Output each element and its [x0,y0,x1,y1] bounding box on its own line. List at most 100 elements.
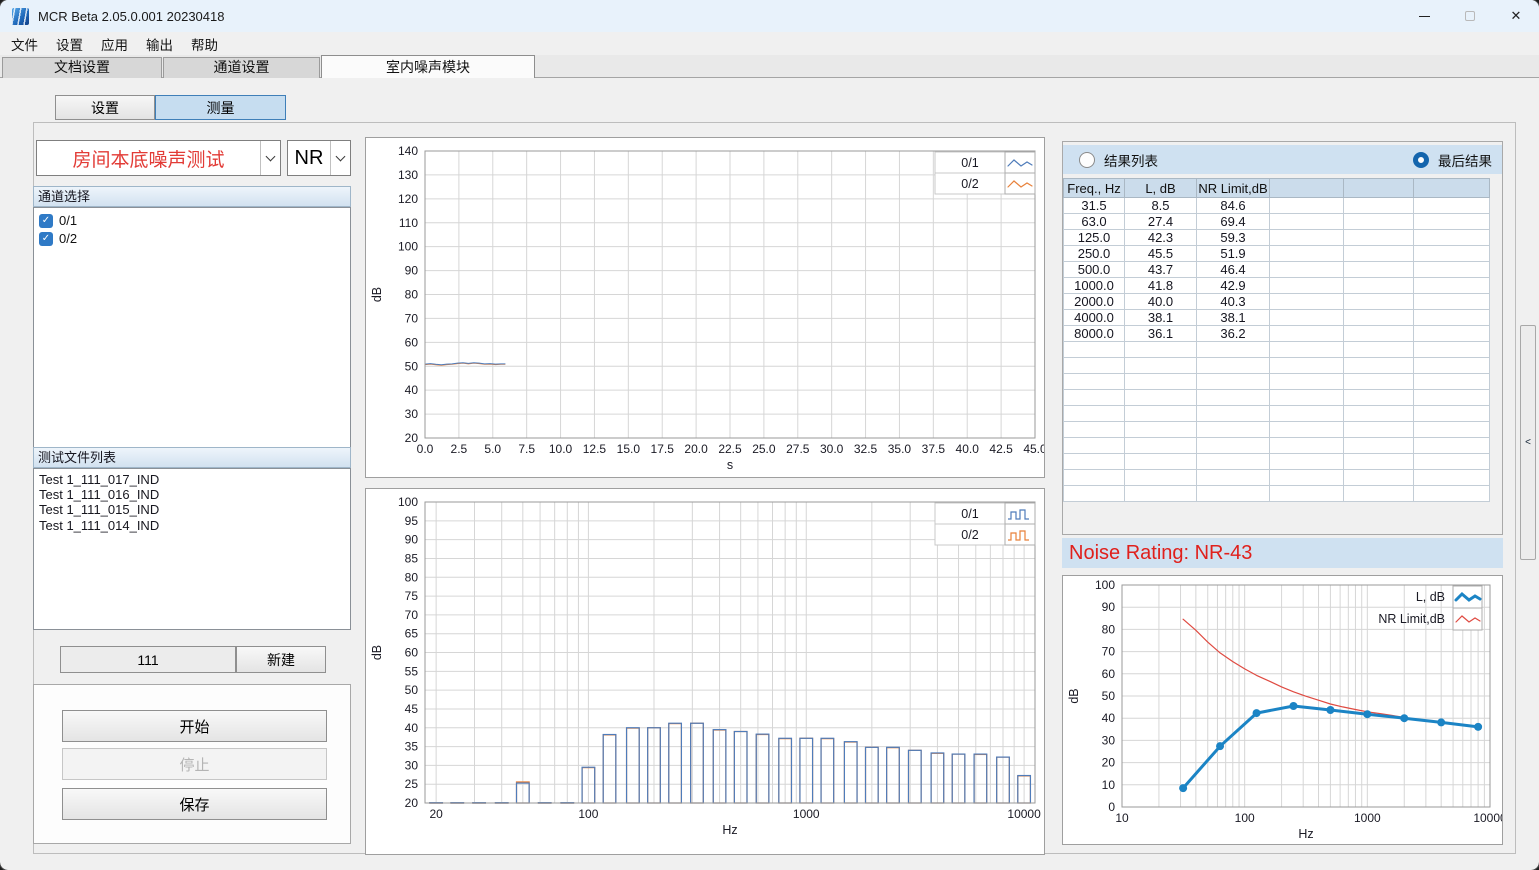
result-list-radio[interactable]: 结果列表 [1079,150,1158,170]
last-result-radio-label: 最后结果 [1438,150,1492,170]
table-cell: 51.9 [1197,246,1270,262]
table-cell: 2000.0 [1064,294,1125,310]
table-cell: 42.9 [1197,278,1270,294]
table-cell: 42.3 [1125,230,1197,246]
svg-text:s: s [727,458,733,472]
svg-text:20: 20 [429,807,443,821]
results-table-header: Freq., HzL, dBNR Limit,dB [1064,179,1490,198]
table-cell [1197,438,1270,454]
table-cell [1125,358,1197,374]
menu-item-0[interactable]: 文件 [2,32,47,56]
table-cell [1344,310,1414,326]
results-panel: 结果列表 最后结果 Freq., HzL, dBNR Limit,dB 31.5… [1062,141,1503,535]
table-cell [1197,470,1270,486]
svg-text:0/1: 0/1 [961,156,978,170]
menu-item-2[interactable]: 应用 [92,32,137,56]
collapse-panel-button[interactable]: < [1520,325,1536,560]
nr-curve-chart-panel: 010203040506070809010010100100010000HzdB… [1062,575,1503,845]
save-button[interactable]: 保存 [62,788,327,820]
close-button[interactable]: ✕ [1493,0,1539,32]
tab-settings[interactable]: 设置 [55,95,155,120]
collapse-arrow-icon: < [1525,437,1531,448]
svg-text:35.0: 35.0 [888,442,912,456]
table-cell [1344,246,1414,262]
rating-select[interactable]: NR [287,140,351,176]
table-cell [1270,454,1344,470]
radio-icon[interactable] [1413,152,1429,168]
table-cell [1344,278,1414,294]
svg-text:40: 40 [405,721,419,735]
table-cell [1125,390,1197,406]
table-row [1064,454,1490,470]
test-type-dropdown-button[interactable] [260,141,280,175]
table-row: 63.027.469.4 [1064,214,1490,230]
table-row: 8000.036.136.2 [1064,326,1490,342]
svg-text:dB: dB [370,645,384,660]
file-list-item[interactable]: Test 1_111_015_IND [39,502,350,517]
tab-measurement[interactable]: 测量 [155,95,286,120]
rating-dropdown-button[interactable] [330,141,350,175]
svg-text:25.0: 25.0 [752,442,776,456]
svg-text:NR Limit,dB: NR Limit,dB [1378,612,1445,626]
table-row: 125.042.359.3 [1064,230,1490,246]
table-cell: 63.0 [1064,214,1125,230]
main-tab-1[interactable]: 通道设置 [163,57,320,78]
file-list-item[interactable]: Test 1_111_017_IND [39,472,350,487]
table-cell [1125,342,1197,358]
maximize-button[interactable] [1447,0,1493,32]
svg-text:30: 30 [1102,733,1116,747]
svg-text:0.0: 0.0 [417,442,434,456]
svg-text:80: 80 [1102,622,1116,636]
table-cell: 8.5 [1125,198,1197,214]
table-cell [1270,294,1344,310]
main-tab-2[interactable]: 室内噪声模块 [321,55,535,78]
svg-text:75: 75 [405,589,419,603]
table-cell [1270,214,1344,230]
file-name-input[interactable] [60,646,236,673]
svg-text:42.5: 42.5 [989,442,1013,456]
table-cell: 38.1 [1197,310,1270,326]
test-type-select[interactable]: 房间本底噪声测试 [36,140,281,176]
table-cell [1064,358,1125,374]
new-file-button[interactable]: 新建 [236,646,326,673]
svg-text:10: 10 [1102,778,1116,792]
table-row [1064,470,1490,486]
svg-text:1000: 1000 [793,807,820,821]
menu-item-3[interactable]: 输出 [137,32,182,56]
file-list-item[interactable]: Test 1_111_014_IND [39,518,350,533]
table-cell: 27.4 [1125,214,1197,230]
radio-icon[interactable] [1079,152,1095,168]
table-cell [1414,358,1490,374]
table-cell: 84.6 [1197,198,1270,214]
nr-curve-chart: 010203040506070809010010100100010000HzdB… [1063,576,1502,847]
channel-section-header: 通道选择 [33,186,351,207]
stop-button[interactable]: 停止 [62,748,327,780]
channel-list: ✓ 0/1 ✓0/2 [33,207,351,448]
menu-item-4[interactable]: 帮助 [182,32,227,56]
table-cell [1414,422,1490,438]
table-cell: 45.5 [1125,246,1197,262]
table-cell [1414,390,1490,406]
table-cell [1064,486,1125,502]
start-button[interactable]: 开始 [62,710,327,742]
svg-text:22.5: 22.5 [718,442,742,456]
table-cell: 500.0 [1064,262,1125,278]
table-cell [1125,422,1197,438]
table-cell [1344,438,1414,454]
main-tab-0[interactable]: 文档设置 [2,57,162,78]
channel-row-1[interactable]: ✓0/2 [39,230,350,247]
channel-row-0[interactable]: ✓ 0/1 [39,212,350,229]
table-cell [1414,326,1490,342]
table-cell [1064,406,1125,422]
table-cell: 40.0 [1125,294,1197,310]
table-row [1064,406,1490,422]
channel-checkbox[interactable]: ✓ [39,232,53,246]
table-row: 500.043.746.4 [1064,262,1490,278]
file-list-item[interactable]: Test 1_111_016_IND [39,487,350,502]
channel-label: 0/1 [59,213,77,228]
last-result-radio[interactable]: 最后结果 [1413,150,1492,170]
minimize-button[interactable] [1401,0,1447,32]
table-cell [1270,262,1344,278]
channel-checkbox[interactable]: ✓ [39,214,53,228]
menu-item-1[interactable]: 设置 [47,32,92,56]
